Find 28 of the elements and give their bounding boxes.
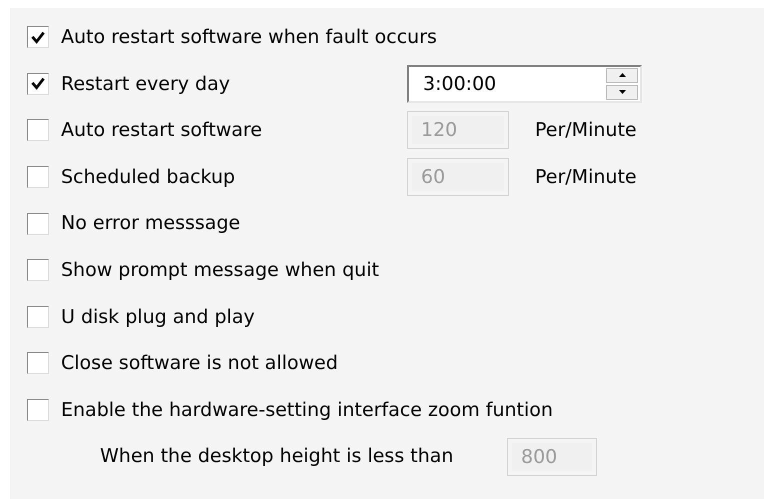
- down-arrow-icon: [618, 90, 626, 94]
- checkbox-label: Enable the hardware-setting interface zoom funtion: [61, 398, 553, 423]
- unit-label: Per/Minute: [535, 164, 637, 190]
- spin-down-button[interactable]: [606, 84, 638, 100]
- checkbox[interactable]: [27, 352, 49, 374]
- checkbox-label: Scheduled backup: [61, 164, 236, 190]
- checkbox-label: No error messsage: [61, 211, 240, 236]
- checkmark-icon: [31, 77, 45, 90]
- checkbox[interactable]: [27, 212, 49, 235]
- checkbox[interactable]: [27, 399, 49, 422]
- checkbox[interactable]: [27, 259, 49, 282]
- checkbox[interactable]: [27, 166, 49, 188]
- up-arrow-icon: [618, 73, 626, 78]
- time-spin-field[interactable]: 3:00:00: [407, 64, 642, 103]
- checkbox-label: Auto restart software when fault occurs: [61, 25, 437, 50]
- threshold-label: When the desktop height is less than: [100, 444, 454, 470]
- unit-label: Per/Minute: [535, 118, 637, 144]
- checkbox[interactable]: [27, 306, 49, 328]
- spin-up-button[interactable]: [606, 68, 638, 83]
- checkbox[interactable]: [27, 72, 49, 95]
- checkbox-label: U disk plug and play: [61, 304, 255, 330]
- checkbox-label: Close software is not allowed: [61, 351, 338, 376]
- checkbox-label: Show prompt message when quit: [61, 258, 380, 284]
- checkbox-label: Restart every day: [61, 72, 230, 97]
- checkbox[interactable]: [27, 119, 49, 142]
- checkbox[interactable]: [27, 26, 49, 48]
- checkbox-label: Auto restart software: [61, 118, 262, 144]
- checkmark-icon: [31, 30, 45, 44]
